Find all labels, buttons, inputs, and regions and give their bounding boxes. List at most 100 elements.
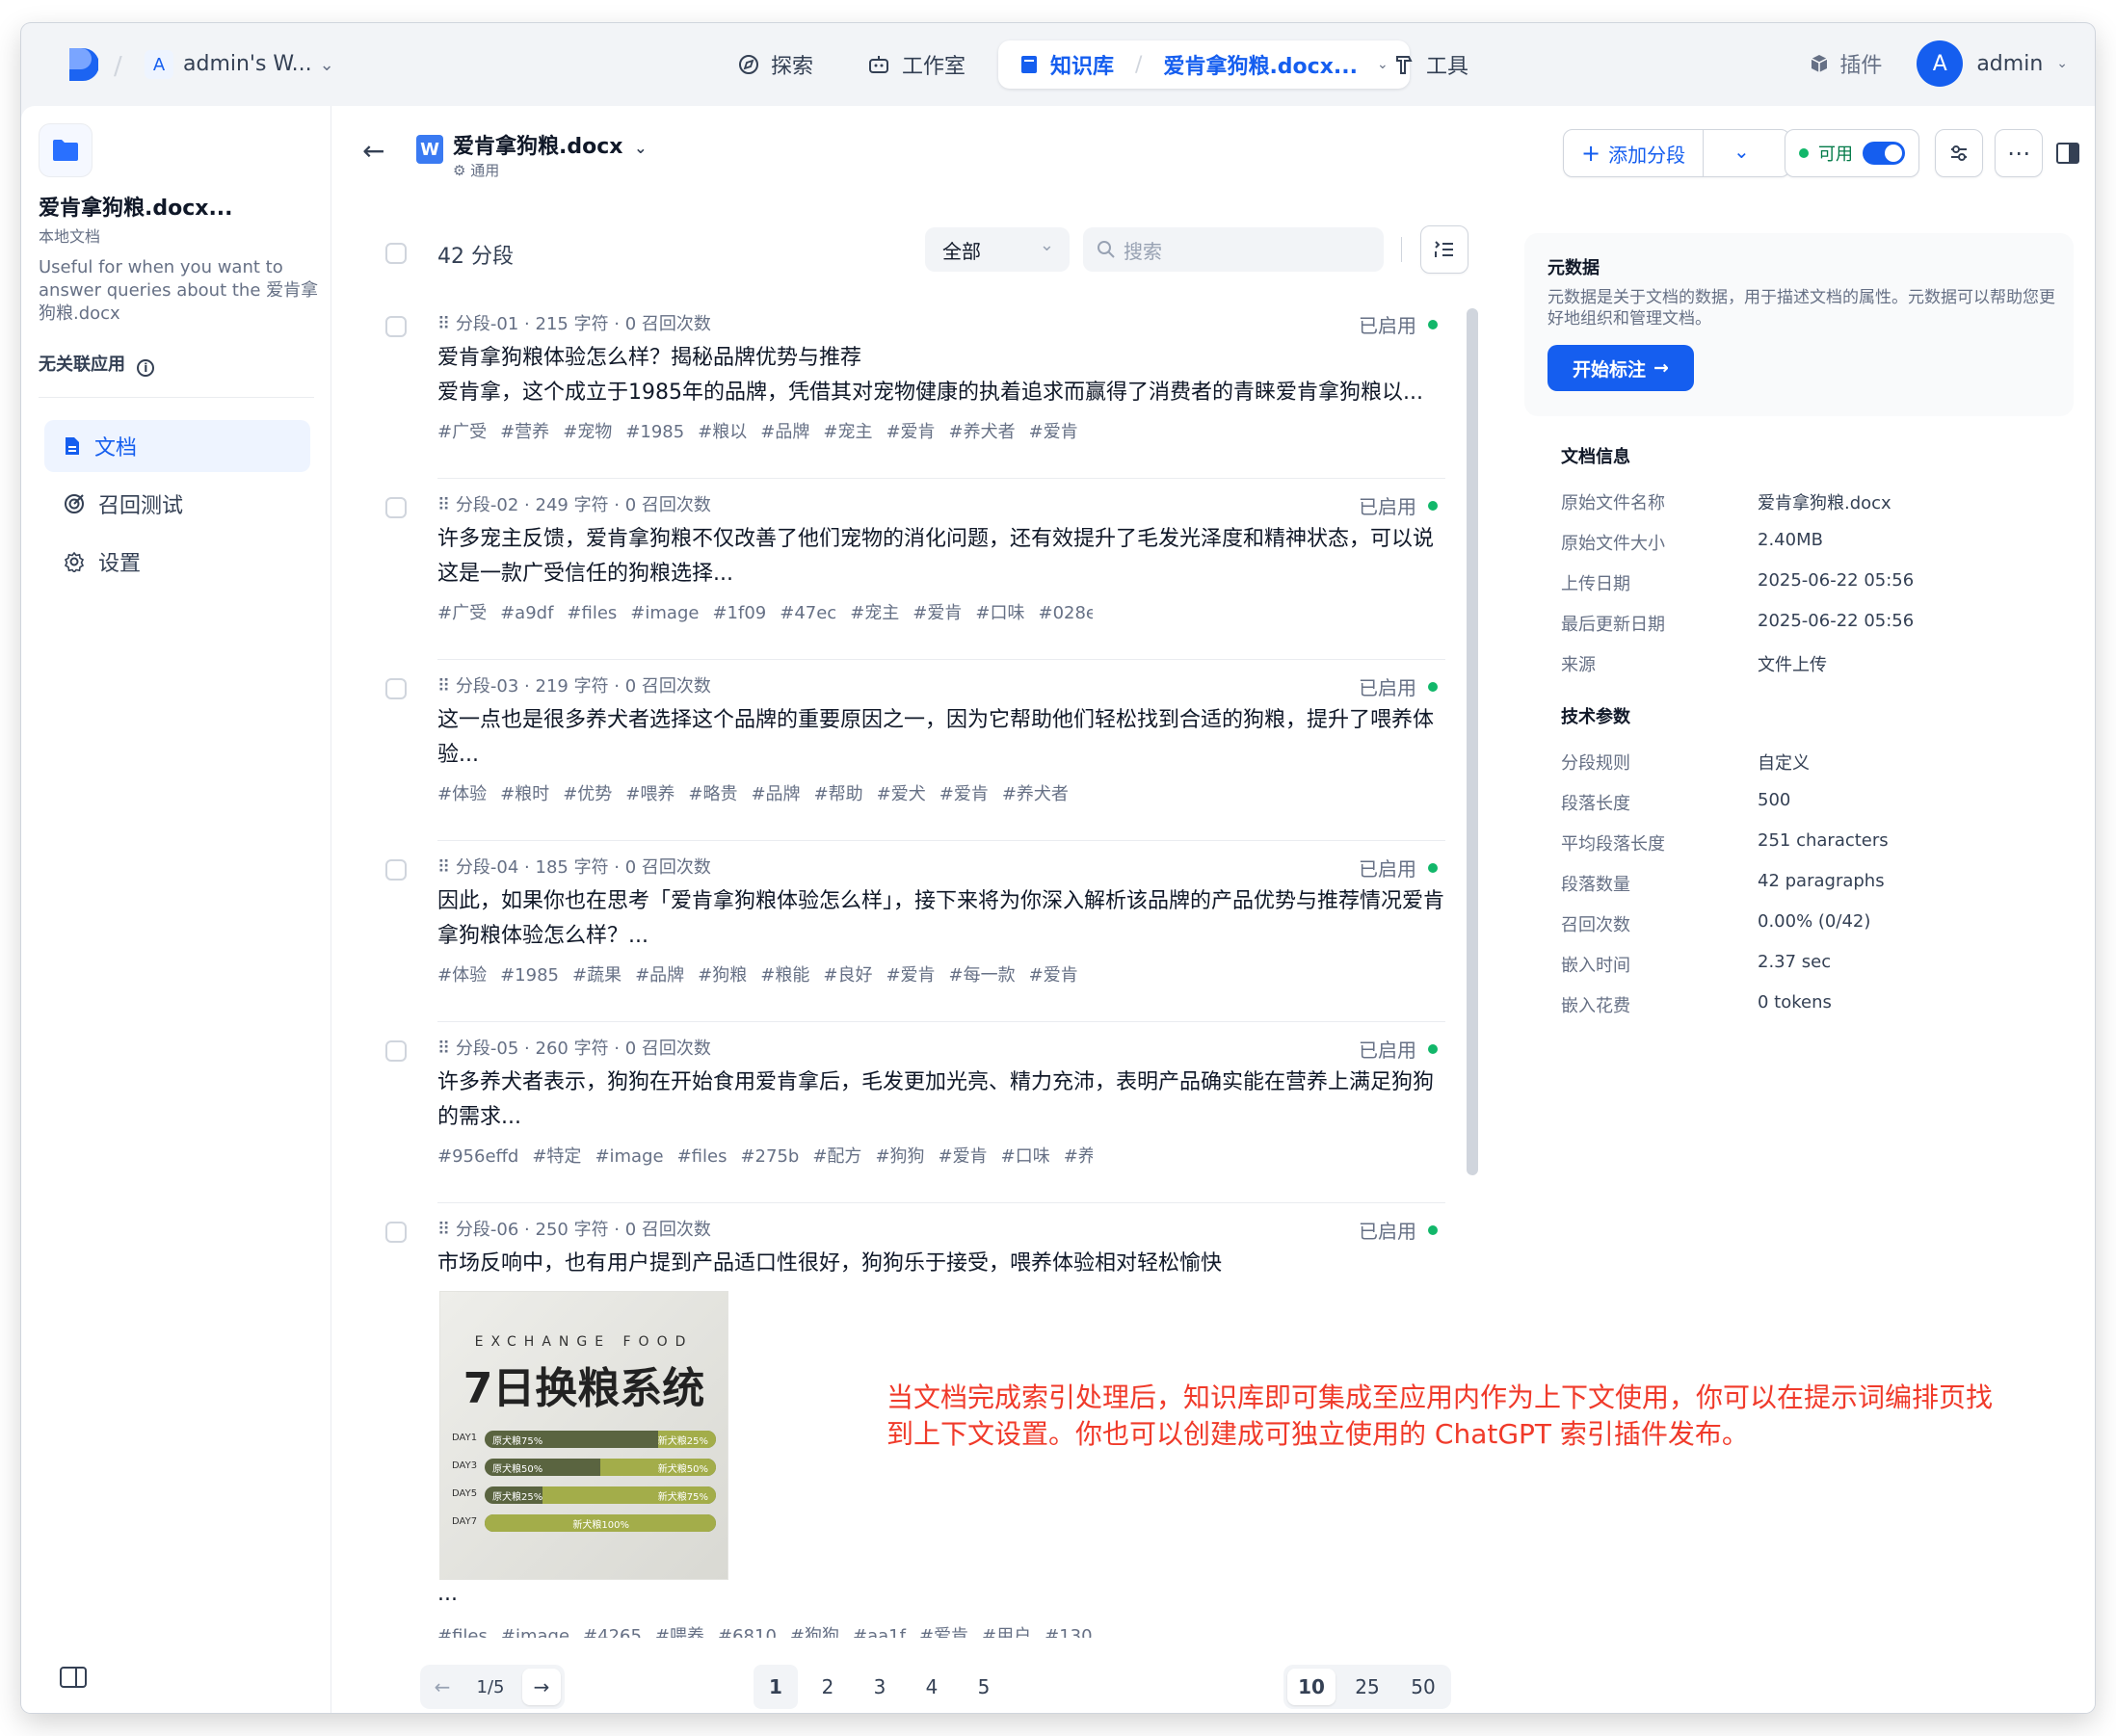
tech-params-title: 技术参数 <box>1561 707 1630 727</box>
divider <box>39 397 314 398</box>
segment-content: 因此，如果你也在思考「爱肯拿狗粮体验怎么样」，接下来将为你深入解析该品牌的产品优… <box>437 889 1445 948</box>
page-4[interactable]: 4 <box>910 1665 954 1709</box>
info-key: 嵌入时间 <box>1561 956 1630 976</box>
panel-toggle-icon[interactable] <box>2056 143 2079 164</box>
segment-card[interactable]: ⠿ 分段-01 · 215 字符 · 0 召回次数 已启用 爱肯拿狗粮体验怎么样… <box>331 299 1488 480</box>
page-3[interactable]: 3 <box>858 1665 902 1709</box>
divider <box>437 478 1445 479</box>
toggle-switch[interactable] <box>1863 142 1905 165</box>
info-key: 原始文件名称 <box>1561 493 1665 513</box>
hammer-icon <box>1396 56 1413 74</box>
chevron-down-icon[interactable]: ⌄ <box>2056 56 2068 71</box>
day-bar: 原犬粮75% 新犬粮25% <box>485 1431 716 1448</box>
add-segment-button[interactable]: + 添加分段 ⌄ <box>1563 129 1790 177</box>
day-bar: 原犬粮25% 新犬粮75% <box>485 1486 716 1504</box>
robot-icon <box>869 56 888 73</box>
page-size-50[interactable]: 50 <box>1399 1665 1447 1709</box>
keyword-tag: #a9df <box>500 603 554 623</box>
keyword-tag: #4265 <box>583 1626 642 1638</box>
info-icon[interactable]: i <box>137 359 155 377</box>
info-row: 来源 文件上传 <box>1561 651 2043 676</box>
segment-card[interactable]: ⠿ 分段-04 · 185 字符 · 0 召回次数 已启用 因此，如果你也在思考… <box>331 842 1488 1023</box>
nav-knowledge[interactable]: 知识库 / 爱肯拿狗粮.docx... ⌄ <box>998 40 1410 89</box>
status-filter-select[interactable]: 全部 ⌄ <box>925 227 1070 272</box>
keyword-tag: #宠物 <box>563 422 613 442</box>
image-header: EXCHANGE FOOD <box>474 1334 694 1350</box>
start-labeling-button[interactable]: 开始标注 → <box>1547 345 1694 391</box>
nav-tools[interactable]: 工具 <box>1393 40 1468 89</box>
availability-toggle[interactable]: 可用 <box>1785 129 1919 177</box>
nav-current-kb[interactable]: 爱肯拿狗粮.docx... <box>1163 49 1358 80</box>
chevron-down-icon: ⌄ <box>634 139 648 157</box>
segment-meta: ⠿ 分段-03 · 219 字符 · 0 召回次数 <box>437 676 711 697</box>
grid-icon: ⠿ <box>437 314 451 334</box>
metadata-title: 元数据 <box>1547 258 1600 278</box>
search-input[interactable]: 搜索 <box>1083 227 1384 272</box>
more-options-icon[interactable]: ⋯ <box>1995 129 2043 177</box>
segment-settings-button[interactable] <box>1935 129 1983 177</box>
avatar[interactable]: A <box>1917 40 1964 87</box>
divider <box>1401 237 1402 262</box>
keyword-tag: #体验 <box>437 784 488 804</box>
workspace-badge[interactable]: A <box>145 50 173 79</box>
info-value: 爱肯拿狗粮.docx <box>1758 493 1891 513</box>
dify-logo[interactable] <box>67 46 98 83</box>
sidebar-item-settings[interactable]: 设置 <box>44 536 310 588</box>
segment-card[interactable]: ⠿ 分段-02 · 249 字符 · 0 召回次数 已启用 许多宠主反馈，爱肯拿… <box>331 480 1488 661</box>
app-window: / A admin's W... ⌄ 探索 工作室 知识库 / 爱肯拿狗粮.doc… <box>21 23 2095 1713</box>
segment-checkbox[interactable] <box>385 678 407 699</box>
breadcrumb-separator: / <box>1135 52 1143 77</box>
sidebar-item-documents[interactable]: 文档 <box>44 420 310 472</box>
info-row: 嵌入时间 2.37 sec <box>1561 952 2043 977</box>
segment-card[interactable]: ⠿ 分段-03 · 219 字符 · 0 召回次数 已启用 这一点也是很多养犬者… <box>331 661 1488 842</box>
workspace-switcher[interactable]: admin's W... ⌄ <box>183 52 334 76</box>
sidebar-item-hit-testing[interactable]: 召回测试 <box>44 478 310 530</box>
segment-checkbox[interactable] <box>385 1040 407 1062</box>
user-name[interactable]: admin <box>1976 52 2043 76</box>
nav-explore-label: 探索 <box>771 55 814 79</box>
chevron-down-icon[interactable]: ⌄ <box>1733 140 1750 163</box>
info-key: 来源 <box>1561 655 1596 675</box>
page-5[interactable]: 5 <box>962 1665 1006 1709</box>
info-row: 平均段落长度 251 characters <box>1561 830 2043 855</box>
kb-title: 爱肯拿狗粮.docx... <box>39 197 233 221</box>
arrow-right-icon: → <box>1653 357 1669 379</box>
back-arrow-icon[interactable]: ← <box>362 135 384 167</box>
day-bar: 新犬粮100% <box>485 1514 716 1532</box>
info-value: 0.00% (0/42) <box>1758 911 1871 932</box>
segment-checkbox[interactable] <box>385 316 407 337</box>
nav-studio-label: 工作室 <box>902 55 966 79</box>
page-2[interactable]: 2 <box>806 1665 850 1709</box>
select-all-checkbox[interactable] <box>385 243 407 264</box>
chevron-down-icon[interactable]: ⌄ <box>1377 57 1389 72</box>
info-value: 自定义 <box>1758 753 1810 774</box>
segment-card[interactable]: ⠿ 分段-05 · 260 字符 · 0 召回次数 已启用 许多养犬者表示，狗狗… <box>331 1023 1488 1204</box>
info-value: 0 tokens <box>1758 992 1832 1013</box>
info-key: 段落长度 <box>1561 794 1630 814</box>
nav-studio[interactable]: 工作室 <box>867 40 965 89</box>
new-food-label: 新犬粮100% <box>572 1520 629 1531</box>
plugins-link[interactable]: 插件 <box>1809 48 1882 79</box>
info-row: 原始文件大小 2.40MB <box>1561 530 2043 555</box>
segment-checkbox[interactable] <box>385 497 407 518</box>
scrollbar[interactable] <box>1467 308 1478 1175</box>
keyword-tag: #喂养 <box>654 1626 705 1638</box>
sidebar-collapse-icon[interactable] <box>60 1667 87 1688</box>
segment-meta: ⠿ 分段-01 · 215 字符 · 0 召回次数 <box>437 314 711 334</box>
grid-icon: ⠿ <box>437 1039 451 1059</box>
keyword-tag: #狗狗 <box>789 1626 839 1638</box>
breadcrumb-separator: / <box>114 52 122 81</box>
nav-explore[interactable]: 探索 <box>738 40 813 89</box>
keyword-tag: #028e92c <box>1038 603 1093 623</box>
next-page-icon[interactable]: → <box>522 1669 561 1705</box>
info-value: 2.37 sec <box>1758 952 1832 972</box>
segments-toolbar: 42 分段 全部 ⌄ 搜索 <box>331 222 1488 283</box>
page-size-10[interactable]: 10 <box>1287 1669 1336 1705</box>
collapse-list-button[interactable] <box>1420 225 1468 274</box>
prev-page-icon[interactable]: ← <box>424 1665 461 1709</box>
document-selector[interactable]: 爱肯拿狗粮.docx ⌄ <box>453 129 648 160</box>
segment-checkbox[interactable] <box>385 859 407 881</box>
page-size-25[interactable]: 25 <box>1343 1665 1391 1709</box>
segment-checkbox[interactable] <box>385 1222 407 1243</box>
page-1[interactable]: 1 <box>754 1665 798 1709</box>
